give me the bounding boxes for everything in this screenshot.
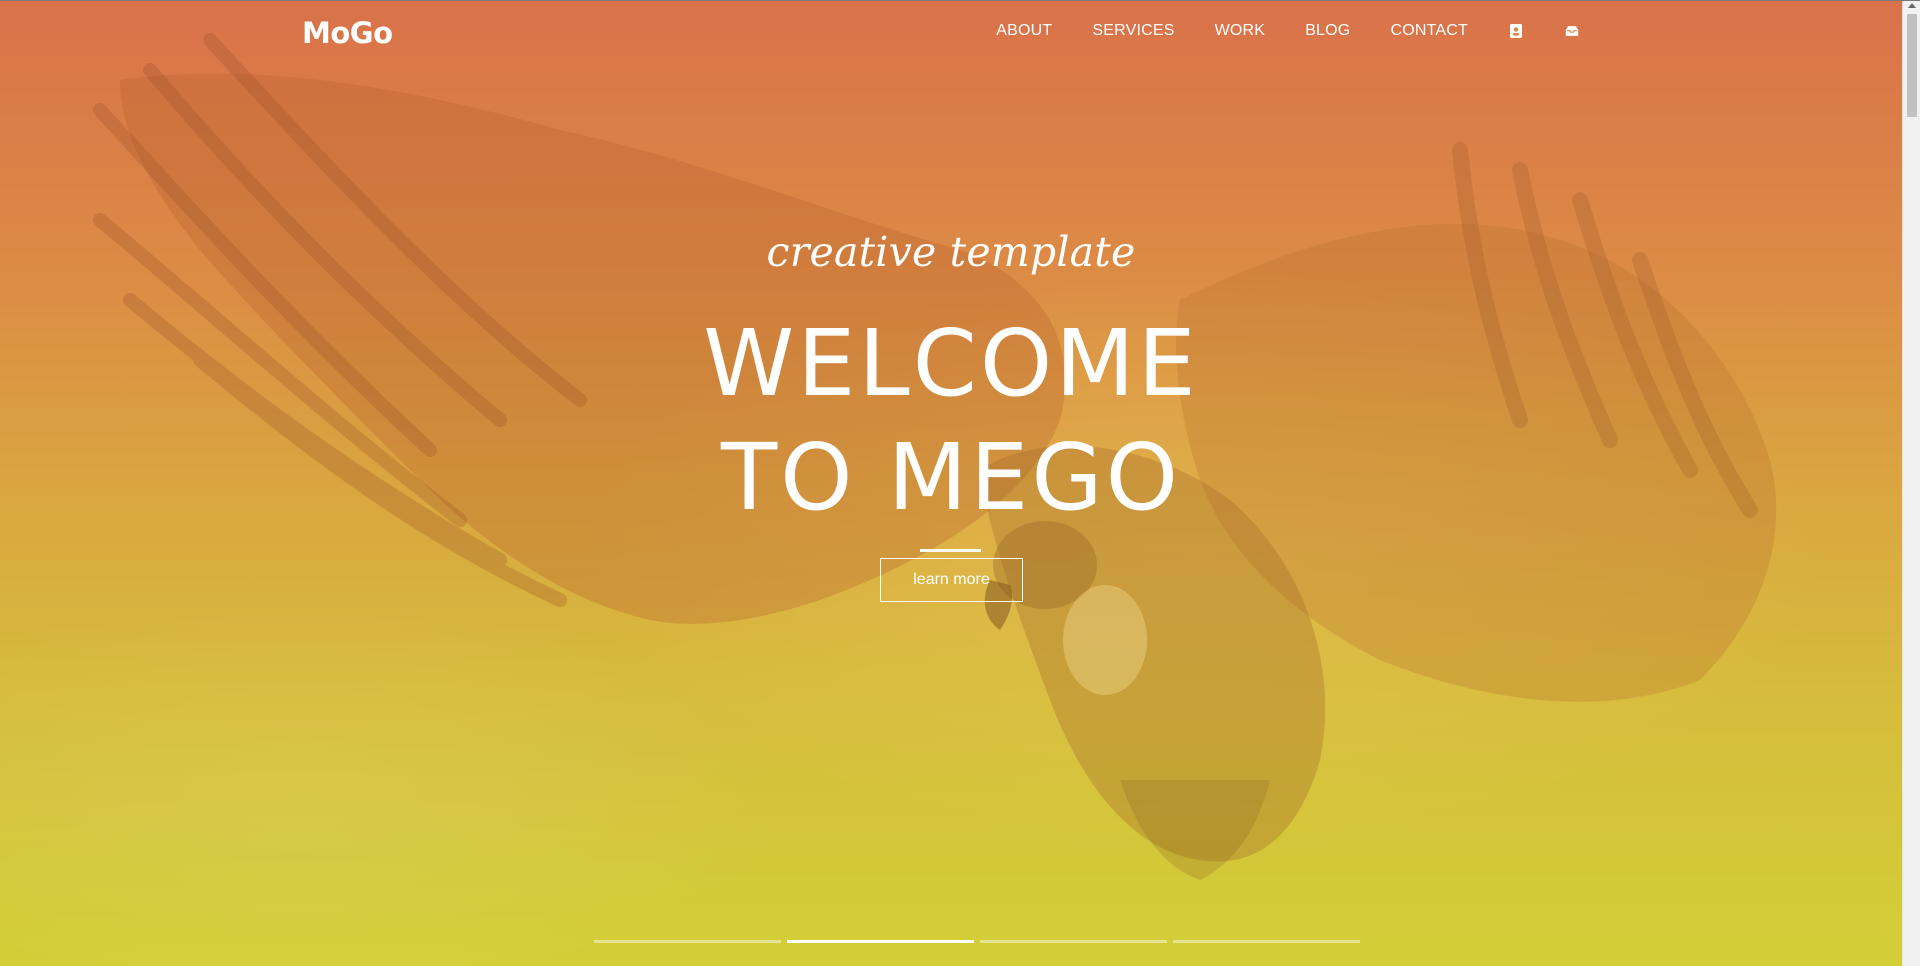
- hero-title-line-2: TO MEGO: [720, 424, 1182, 531]
- hero-content: creative template WELCOME TO MEGO learn …: [0, 0, 1902, 966]
- nav-about[interactable]: ABOUT: [996, 20, 1052, 42]
- slide-indicator-4[interactable]: [1173, 940, 1360, 943]
- scroll-up-arrow-icon[interactable]: [1908, 3, 1916, 8]
- slide-indicator-1[interactable]: [594, 940, 781, 943]
- title-divider: [920, 549, 981, 552]
- hero-subtitle: creative template: [766, 228, 1136, 276]
- hero-title-line-1: WELCOME: [703, 310, 1199, 417]
- learn-more-button[interactable]: learn more: [880, 558, 1023, 602]
- site-logo[interactable]: MoGo: [302, 16, 393, 50]
- vertical-scrollbar[interactable]: [1902, 0, 1920, 966]
- slide-indicator-3[interactable]: [980, 940, 1167, 943]
- slide-indicator-2[interactable]: [787, 940, 974, 943]
- nav-work[interactable]: WORK: [1215, 20, 1266, 42]
- nav-blog[interactable]: BLOG: [1305, 20, 1350, 42]
- slider-indicators: [594, 940, 1366, 943]
- nav-contact[interactable]: CONTACT: [1390, 20, 1468, 42]
- scrollbar-thumb[interactable]: [1907, 14, 1917, 117]
- inbox-icon[interactable]: [1564, 23, 1580, 39]
- site-header: MoGo ABOUT SERVICES WORK BLOG CONTACT: [0, 0, 1902, 64]
- nav-services[interactable]: SERVICES: [1092, 20, 1174, 42]
- main-nav: ABOUT SERVICES WORK BLOG CONTACT: [996, 20, 1580, 42]
- window-top-border: [0, 0, 1920, 1]
- contact-card-icon[interactable]: [1508, 23, 1524, 39]
